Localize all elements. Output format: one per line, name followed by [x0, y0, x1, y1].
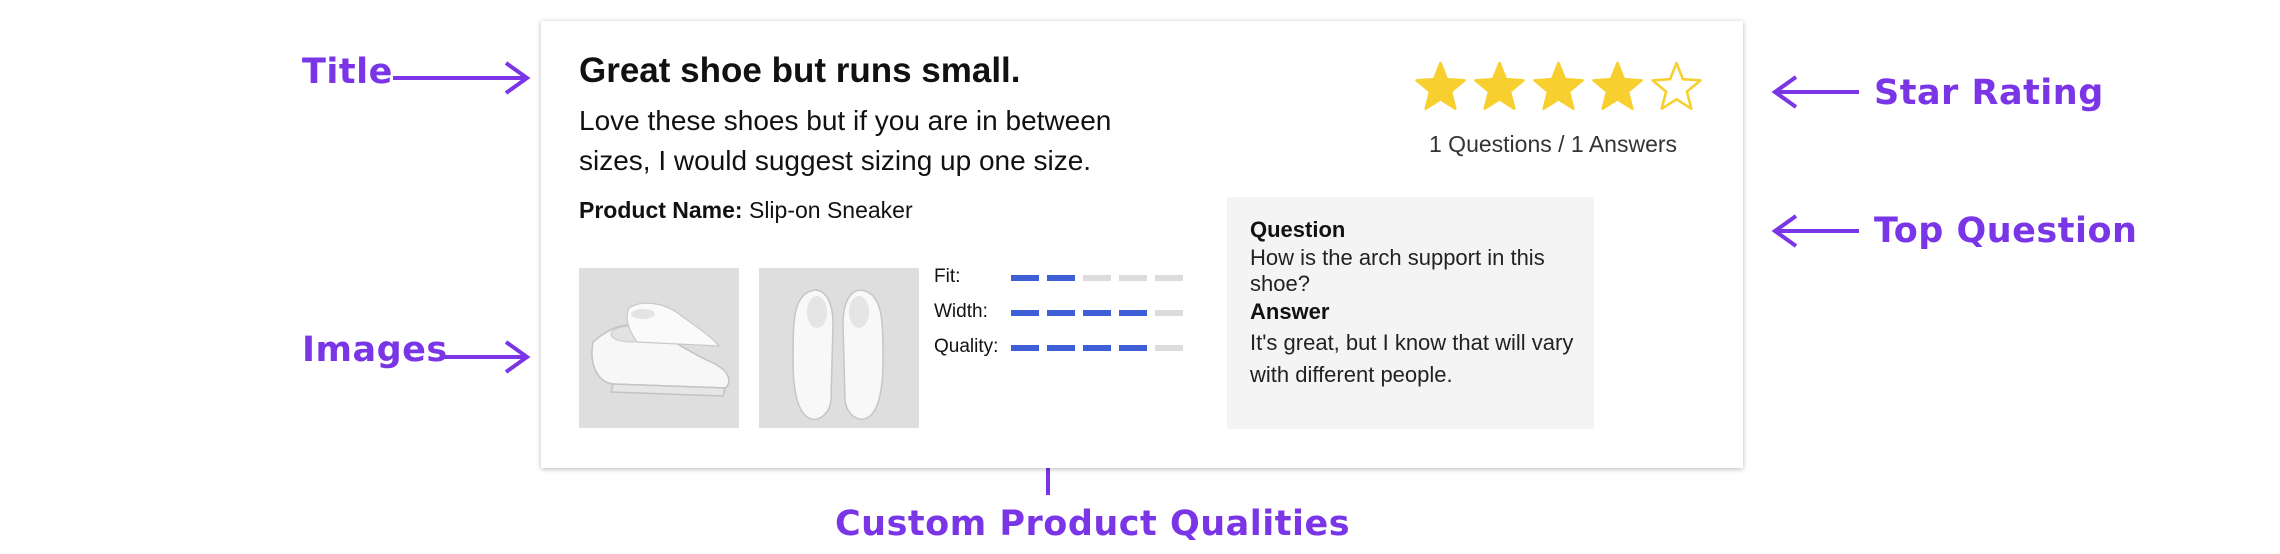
quality-segment-filled: [1047, 310, 1075, 316]
star-rating: [1414, 61, 1703, 111]
question-text: How is the arch support in this shoe?: [1250, 245, 1545, 296]
quality-label: Fit:: [934, 266, 961, 287]
quality-label: Width:: [934, 301, 988, 322]
quality-segment-filled: [1011, 345, 1039, 351]
arrow-left-icon: [1771, 75, 1859, 109]
product-name-value: Slip-on Sneaker: [748, 197, 913, 223]
quality-label: Quality:: [934, 336, 999, 357]
callout-images: Images: [302, 330, 448, 370]
quality-segment-filled: [1083, 345, 1111, 351]
shoe-side-icon: [591, 302, 730, 397]
quality-segment-empty: [1083, 275, 1111, 281]
quality-segment-empty: [1155, 275, 1183, 281]
product-name: Product Name: Slip-on Sneaker: [579, 197, 913, 224]
quality-segment-filled: [1119, 345, 1147, 351]
quality-segment-filled: [1011, 310, 1039, 316]
review-card: Great shoe but runs small. Love these sh…: [541, 21, 1743, 468]
star-empty-icon: [1651, 61, 1702, 111]
shoe-top-icon: [792, 289, 884, 420]
review-image-side[interactable]: [579, 268, 739, 428]
star-filled-icon: [1415, 61, 1466, 111]
top-question-box: Question How is the arch support in this…: [1227, 197, 1594, 429]
callout-top-question: Top Question: [1874, 211, 2138, 251]
quality-segment-empty: [1155, 345, 1183, 351]
callout-title: Title: [302, 52, 393, 92]
callout-custom-product-qualities: Custom Product Qualities: [835, 504, 1351, 544]
quality-segment-empty: [1155, 310, 1183, 316]
review-body: Love these shoes but if you are in betwe…: [579, 105, 1112, 176]
question-label: Question: [1250, 217, 1346, 242]
star-filled-icon: [1592, 61, 1643, 111]
quality-segment-filled: [1011, 275, 1039, 281]
review-image-top[interactable]: [759, 268, 919, 428]
quality-segment-filled: [1047, 345, 1075, 351]
arrow-left-icon: [1771, 214, 1859, 248]
quality-segment-empty: [1119, 275, 1147, 281]
star-filled-icon: [1533, 61, 1584, 111]
star-filled-icon: [1474, 61, 1525, 111]
quality-segment-filled: [1083, 310, 1111, 316]
review-title: Great shoe but runs small.: [579, 51, 1021, 90]
quality-segment-filled: [1047, 275, 1075, 281]
quality-bar: [1011, 310, 1183, 316]
arrow-right-icon: [443, 340, 531, 374]
quality-segment-filled: [1119, 310, 1147, 316]
answer-label: Answer: [1250, 299, 1330, 324]
quality-bar: [1011, 275, 1183, 281]
answer-text: It's great, but I know that will vary wi…: [1250, 330, 1574, 387]
arrow-right-icon: [393, 61, 531, 95]
callout-star-rating: Star Rating: [1874, 73, 2104, 113]
qa-count[interactable]: 1 Questions / 1 Answers: [1429, 131, 1677, 158]
quality-bar: [1011, 345, 1183, 351]
product-name-label: Product Name:: [579, 197, 743, 223]
